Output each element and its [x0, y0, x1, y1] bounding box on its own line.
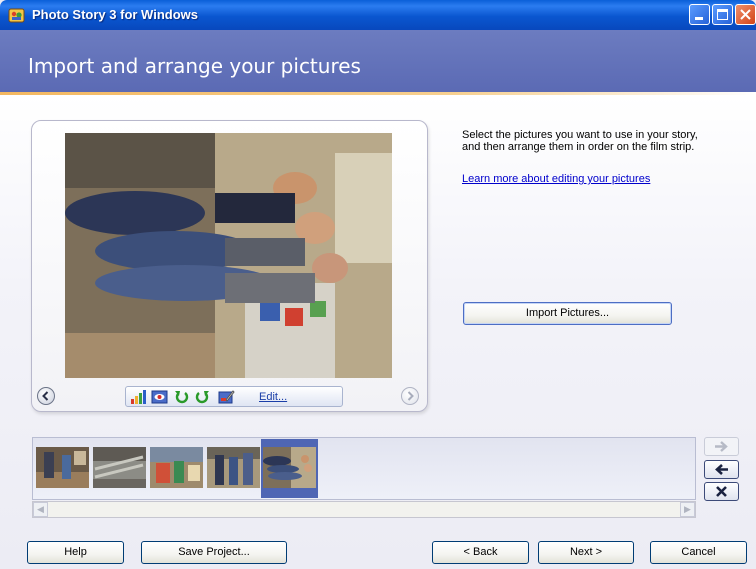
rotate-left-button[interactable]: [173, 389, 190, 405]
delete-x-icon: [716, 486, 727, 497]
save-project-button[interactable]: Save Project...: [141, 541, 287, 564]
move-picture-left-button[interactable]: [704, 460, 739, 479]
previous-picture-button[interactable]: [37, 387, 55, 405]
window-title: Photo Story 3 for Windows: [32, 7, 198, 22]
auto-correct-icon: [131, 390, 146, 404]
close-button[interactable]: [735, 4, 756, 25]
chevron-left-icon: [42, 391, 49, 401]
film-strip-thumbnail[interactable]: [93, 447, 146, 488]
back-button[interactable]: < Back: [432, 541, 529, 564]
edit-button[interactable]: [218, 389, 235, 405]
close-icon: [740, 9, 751, 20]
auto-correct-button[interactable]: [130, 389, 147, 405]
cancel-button[interactable]: Cancel: [650, 541, 747, 564]
rotate-left-icon: [175, 391, 189, 404]
arrow-right-icon: [715, 441, 728, 452]
maximize-button[interactable]: [712, 4, 733, 25]
minimize-button[interactable]: [689, 4, 710, 25]
title-bar[interactable]: Photo Story 3 for Windows: [0, 0, 756, 30]
next-button[interactable]: Next >: [538, 541, 634, 564]
selected-picture-preview: [65, 133, 392, 378]
film-strip-scrollbar[interactable]: [32, 501, 696, 518]
rotate-right-icon: [195, 391, 209, 404]
move-picture-right-button[interactable]: [704, 437, 739, 456]
red-eye-icon: [151, 390, 168, 404]
minimize-icon: [695, 17, 703, 20]
picture-edit-toolbar: Edit...: [125, 386, 343, 407]
film-strip-thumbnail[interactable]: [207, 447, 260, 488]
film-strip-thumbnail[interactable]: [36, 447, 89, 488]
page-header: Import and arrange your pictures: [0, 30, 756, 92]
preview-photo-image: [65, 133, 392, 378]
maximize-icon: [717, 9, 728, 20]
scroll-left-button[interactable]: ◀: [33, 502, 48, 517]
chevron-right-icon: [407, 391, 414, 401]
instructions-text: Select the pictures you want to use in y…: [462, 129, 698, 153]
edit-icon: [218, 390, 235, 404]
photo-story-app-icon: [8, 8, 25, 23]
remove-picture-button[interactable]: [704, 482, 739, 501]
scroll-right-button[interactable]: ▶: [680, 502, 695, 517]
red-eye-button[interactable]: [151, 389, 168, 405]
edit-link[interactable]: Edit...: [259, 391, 287, 403]
film-strip-thumbnail[interactable]: [150, 447, 203, 488]
help-button[interactable]: Help: [27, 541, 124, 564]
import-pictures-button[interactable]: Import Pictures...: [463, 302, 672, 325]
page-title: Import and arrange your pictures: [28, 54, 361, 78]
film-strip-thumbnail[interactable]: [263, 447, 316, 488]
arrow-left-icon: [715, 464, 728, 475]
scroll-right-arrow-icon: ▶: [684, 504, 691, 514]
next-picture-button[interactable]: [401, 387, 419, 405]
scroll-left-arrow-icon: ◀: [37, 504, 44, 514]
learn-more-link[interactable]: Learn more about editing your pictures: [462, 173, 650, 185]
rotate-right-button[interactable]: [194, 389, 211, 405]
